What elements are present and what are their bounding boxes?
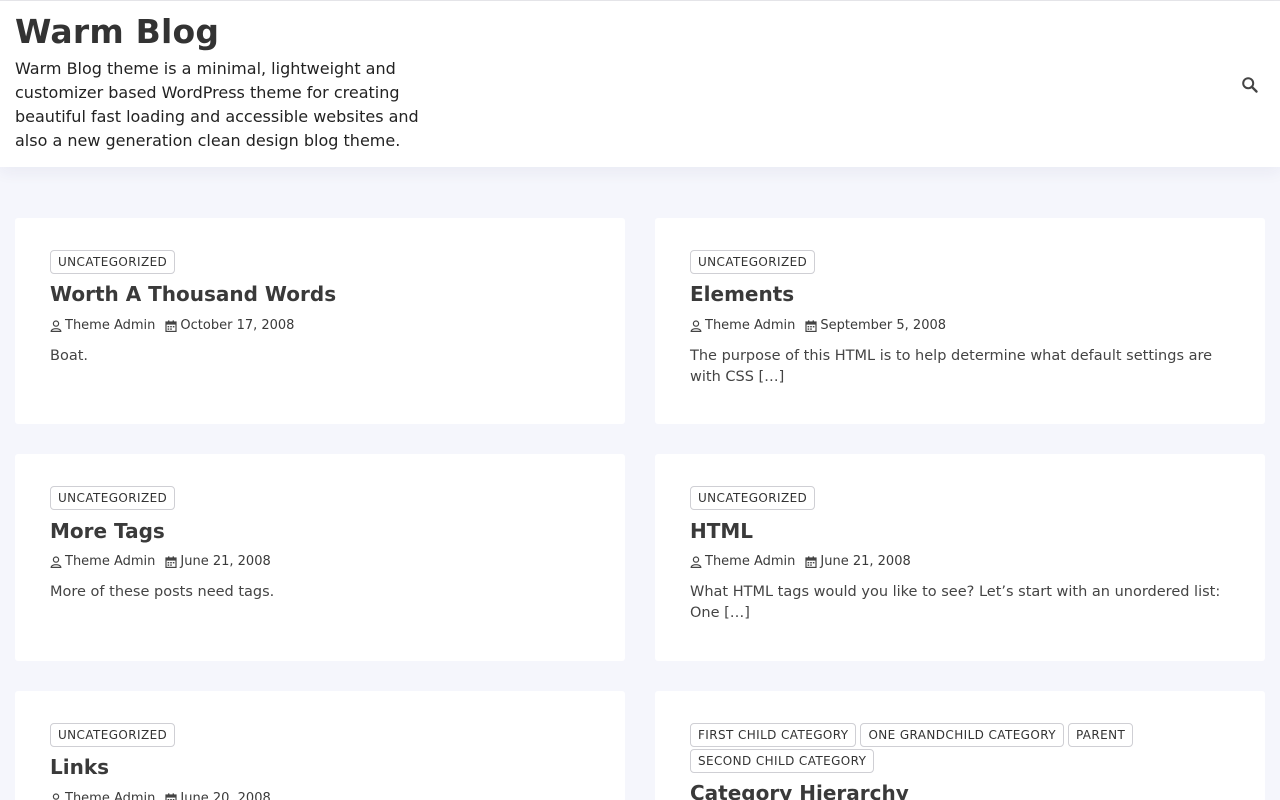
calendar-icon: [165, 319, 178, 332]
category-tag[interactable]: PARENT: [1067, 723, 1134, 747]
post-date-text: September 5, 2008: [820, 318, 947, 333]
post-excerpt: Boat.: [50, 348, 88, 364]
post-author[interactable]: Theme Admin: [50, 791, 155, 800]
post-card: UNCATEGORIZED HTML Theme Admin June 21, …: [655, 454, 1265, 661]
post-date-text: October 17, 2008: [180, 318, 295, 333]
post-title[interactable]: HTML: [690, 519, 753, 543]
post-title[interactable]: Elements: [690, 282, 794, 306]
post-author-name: Theme Admin: [65, 554, 156, 569]
post-card: UNCATEGORIZED Elements Theme Admin Septe…: [655, 218, 1265, 424]
post-author[interactable]: Theme Admin: [50, 318, 155, 333]
post-categories: UNCATEGORIZED: [50, 486, 590, 512]
post-title[interactable]: More Tags: [50, 519, 165, 543]
category-tag[interactable]: UNCATEGORIZED: [690, 250, 816, 274]
category-tag[interactable]: ONE GRANDCHILD CATEGORY: [860, 723, 1064, 747]
post-date[interactable]: October 17, 2008: [165, 318, 294, 333]
post-author-name: Theme Admin: [705, 318, 796, 333]
category-tag[interactable]: UNCATEGORIZED: [690, 486, 816, 510]
calendar-icon: [805, 319, 818, 332]
site-title[interactable]: Warm Blog: [15, 12, 219, 51]
post-date[interactable]: June 21, 2008: [805, 554, 911, 569]
post-date-text: June 20, 2008: [180, 791, 271, 800]
post-meta: Theme Admin June 20, 2008: [50, 791, 271, 800]
post-author-name: Theme Admin: [65, 318, 156, 333]
post-author-name: Theme Admin: [65, 791, 156, 800]
user-icon: [50, 319, 62, 332]
post-categories: UNCATEGORIZED: [50, 723, 590, 749]
site-tagline: Warm Blog theme is a minimal, lightweigh…: [15, 59, 419, 150]
user-icon: [690, 555, 702, 568]
calendar-icon: [165, 792, 178, 800]
post-excerpt: More of these posts need tags.: [50, 584, 275, 600]
post-categories: UNCATEGORIZED: [690, 250, 1230, 276]
post-title[interactable]: Links: [50, 755, 109, 779]
category-tag[interactable]: SECOND CHILD CATEGORY: [690, 749, 875, 773]
post-meta: Theme Admin October 17, 2008: [50, 318, 294, 333]
site-header: Warm Blog Warm Blog theme is a minimal, …: [0, 1, 1280, 167]
post-date[interactable]: September 5, 2008: [805, 318, 946, 333]
post-excerpt: The purpose of this HTML is to help dete…: [690, 348, 1213, 385]
post-meta: Theme Admin June 21, 2008: [690, 554, 911, 569]
post-title[interactable]: Worth A Thousand Words: [50, 282, 336, 306]
category-tag[interactable]: FIRST CHILD CATEGORY: [690, 723, 857, 747]
post-card: UNCATEGORIZED Links Theme Admin June 20,…: [15, 691, 625, 800]
user-icon: [50, 792, 62, 800]
user-icon: [690, 319, 702, 332]
post-categories: UNCATEGORIZED: [690, 486, 1230, 512]
post-excerpt: What HTML tags would you like to see? Le…: [690, 584, 1221, 621]
post-date-text: June 21, 2008: [820, 554, 911, 569]
post-card: UNCATEGORIZED Worth A Thousand Words The…: [15, 218, 625, 424]
post-author-name: Theme Admin: [705, 554, 796, 569]
post-date[interactable]: June 21, 2008: [165, 554, 271, 569]
post-author[interactable]: Theme Admin: [50, 554, 155, 569]
post-categories: UNCATEGORIZED: [50, 250, 590, 276]
category-tag[interactable]: UNCATEGORIZED: [50, 723, 176, 747]
post-date[interactable]: June 20, 2008: [165, 791, 271, 800]
post-card: UNCATEGORIZED More Tags Theme Admin June…: [15, 454, 625, 661]
post-author[interactable]: Theme Admin: [690, 554, 795, 569]
calendar-icon: [805, 555, 818, 568]
category-tag[interactable]: UNCATEGORIZED: [50, 486, 176, 510]
post-date-text: June 21, 2008: [180, 554, 271, 569]
search-icon[interactable]: [1241, 76, 1259, 94]
category-tag[interactable]: UNCATEGORIZED: [50, 250, 176, 274]
calendar-icon: [165, 555, 178, 568]
post-title[interactable]: Category Hierarchy: [690, 781, 909, 800]
post-card: FIRST CHILD CATEGORY ONE GRANDCHILD CATEG…: [655, 691, 1265, 800]
post-author[interactable]: Theme Admin: [690, 318, 795, 333]
post-categories: FIRST CHILD CATEGORY ONE GRANDCHILD CATEG…: [690, 723, 1230, 775]
post-meta: Theme Admin September 5, 2008: [690, 318, 946, 333]
post-meta: Theme Admin June 21, 2008: [50, 554, 271, 569]
user-icon: [50, 555, 62, 568]
